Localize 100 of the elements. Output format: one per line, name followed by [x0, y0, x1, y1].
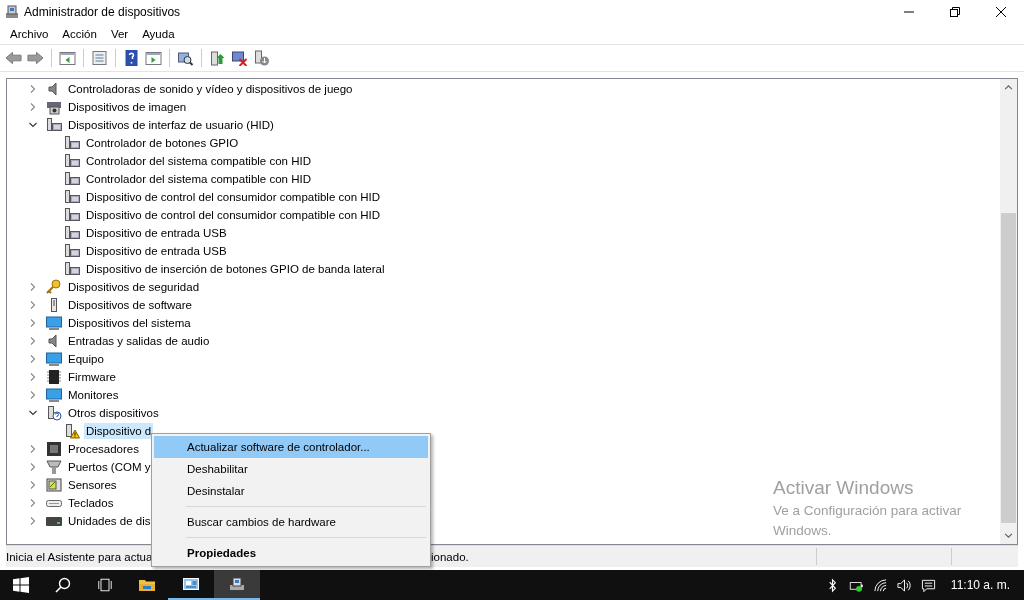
- hid-device-icon: [64, 135, 80, 151]
- scrollbar[interactable]: [1000, 79, 1017, 544]
- unknown-device-icon: [46, 405, 62, 421]
- collapse-icon[interactable]: [28, 120, 38, 130]
- properties-icon[interactable]: [91, 50, 108, 66]
- expand-icon[interactable]: [28, 84, 38, 94]
- tree-item[interactable]: Sensores: [66, 477, 119, 493]
- hid-device-icon: [64, 225, 80, 241]
- tree-item[interactable]: Dispositivos de interfaz de usuario (HID): [66, 117, 276, 133]
- monitor-icon: [46, 387, 62, 403]
- tree-item[interactable]: Dispositivo de inserción de botones GPIO de banda lateral: [84, 261, 387, 277]
- expand-icon[interactable]: [28, 300, 38, 310]
- expand-icon[interactable]: [28, 372, 38, 382]
- context-menu-item[interactable]: Propiedades: [154, 542, 428, 564]
- expand-icon[interactable]: [28, 390, 38, 400]
- collapse-icon[interactable]: [28, 408, 38, 418]
- status-text: Inicia el Asistente para actua: [6, 550, 153, 563]
- disable-device-icon[interactable]: [231, 50, 248, 66]
- tree-item[interactable]: Equipo: [66, 351, 106, 367]
- tree-item[interactable]: Dispositivos de software: [66, 297, 194, 313]
- processor-icon: [46, 441, 62, 457]
- forward-icon[interactable]: [27, 50, 44, 66]
- status-text: ionado.: [431, 550, 469, 563]
- window-title: Administrador de dispositivos: [24, 5, 181, 19]
- expand-icon[interactable]: [28, 480, 38, 490]
- camera-icon: [46, 99, 62, 115]
- hid-device-icon: [64, 171, 80, 187]
- console-tree-icon[interactable]: [59, 50, 76, 66]
- scan-hardware-icon[interactable]: [177, 50, 194, 66]
- tree-item[interactable]: Dispositivo de entrada USB: [84, 225, 229, 241]
- hid-device-icon: [64, 189, 80, 205]
- tree-item[interactable]: Monitores: [66, 387, 121, 403]
- tree-item[interactable]: Dispositivo de entrada USB: [84, 243, 229, 259]
- tree-item[interactable]: Dispositivo d: [84, 423, 154, 439]
- context-menu-item[interactable]: Buscar cambios de hardware: [154, 511, 428, 533]
- context-menu-item[interactable]: Actualizar software de controlador...: [154, 436, 428, 458]
- tree-item[interactable]: Controladoras de sonido y vídeo y dispositivos de juego: [66, 81, 355, 97]
- help-icon[interactable]: [123, 50, 140, 66]
- expand-icon[interactable]: [28, 462, 38, 472]
- tree-item[interactable]: Dispositivo de control del consumidor compatible con HID: [84, 189, 383, 205]
- back-icon[interactable]: [5, 50, 22, 66]
- action-pane-icon[interactable]: [145, 50, 162, 66]
- expand-icon[interactable]: [28, 354, 38, 364]
- volume-icon[interactable]: [896, 577, 912, 593]
- tree-item[interactable]: Procesadores: [66, 441, 141, 457]
- hid-device-icon: [64, 243, 80, 259]
- expand-icon[interactable]: [28, 318, 38, 328]
- search-icon[interactable]: [55, 577, 71, 593]
- key-icon: [46, 279, 62, 295]
- control-panel-icon[interactable]: [183, 576, 199, 592]
- tree-item[interactable]: Entradas y salidas de audio: [66, 333, 212, 349]
- tree-item[interactable]: Controlador de botones GPIO: [84, 135, 241, 151]
- tree-item[interactable]: Dispositivos de seguridad: [66, 279, 202, 295]
- tree-item[interactable]: Controlador del sistema compatible con HID: [84, 153, 313, 169]
- folder-icon[interactable]: [139, 577, 155, 593]
- hid-device-icon: [64, 261, 80, 277]
- port-icon: [46, 459, 62, 475]
- tree-item[interactable]: Otros dispositivos: [66, 405, 161, 421]
- tree-item[interactable]: Dispositivo de control del consumidor compatible con HID: [84, 207, 383, 223]
- sensor-icon: [46, 477, 62, 493]
- tree-item[interactable]: Unidades de dis: [66, 513, 153, 529]
- tree-item[interactable]: Controlador del sistema compatible con HID: [84, 171, 313, 187]
- start-icon[interactable]: [13, 577, 29, 593]
- chip-icon: [46, 369, 62, 385]
- tree-item[interactable]: Dispositivos del sistema: [66, 315, 193, 331]
- activation-title: Activar Windows: [773, 477, 915, 499]
- notifications-icon[interactable]: [920, 577, 936, 593]
- tree-item[interactable]: Dispositivos de imagen: [66, 99, 189, 115]
- monitor-icon: [46, 315, 62, 331]
- menu-item[interactable]: Ayuda: [135, 26, 182, 42]
- menu-item[interactable]: Ver: [103, 26, 136, 42]
- context-menu-item[interactable]: Deshabilitar: [154, 458, 428, 480]
- update-driver-icon[interactable]: [209, 50, 226, 66]
- minimize-icon: [904, 11, 914, 13]
- close-icon: [996, 7, 1006, 17]
- expand-icon[interactable]: [28, 498, 38, 508]
- uninstall-device-icon[interactable]: [253, 50, 270, 66]
- activation-text: Ve a Configuración para activar Windows.: [773, 502, 963, 540]
- clock[interactable]: 11:10 a. m.: [950, 578, 1010, 592]
- tree-item[interactable]: Teclados: [66, 495, 116, 511]
- context-menu-item[interactable]: Desinstalar: [154, 480, 428, 502]
- expand-icon[interactable]: [28, 516, 38, 526]
- expand-icon[interactable]: [28, 444, 38, 454]
- scroll-thumb[interactable]: [1001, 212, 1016, 523]
- wifi-icon[interactable]: [872, 577, 888, 593]
- task-view-icon[interactable]: [97, 577, 113, 593]
- menu-item[interactable]: Acción: [55, 26, 104, 42]
- tree-item[interactable]: Puertos (COM y: [66, 459, 153, 475]
- expand-icon[interactable]: [28, 282, 38, 292]
- expand-icon[interactable]: [28, 102, 38, 112]
- expand-icon[interactable]: [28, 336, 38, 346]
- monitor-icon: [46, 351, 62, 367]
- tree-item[interactable]: Firmware: [66, 369, 118, 385]
- hid-device-icon: [64, 153, 80, 169]
- device-manager-icon[interactable]: [229, 576, 245, 592]
- restore-icon: [950, 7, 960, 17]
- menu-item[interactable]: Archivo: [3, 26, 56, 42]
- hid-device-icon: [64, 207, 80, 223]
- app-icon: [4, 4, 20, 20]
- hid-device-icon: [46, 117, 62, 133]
